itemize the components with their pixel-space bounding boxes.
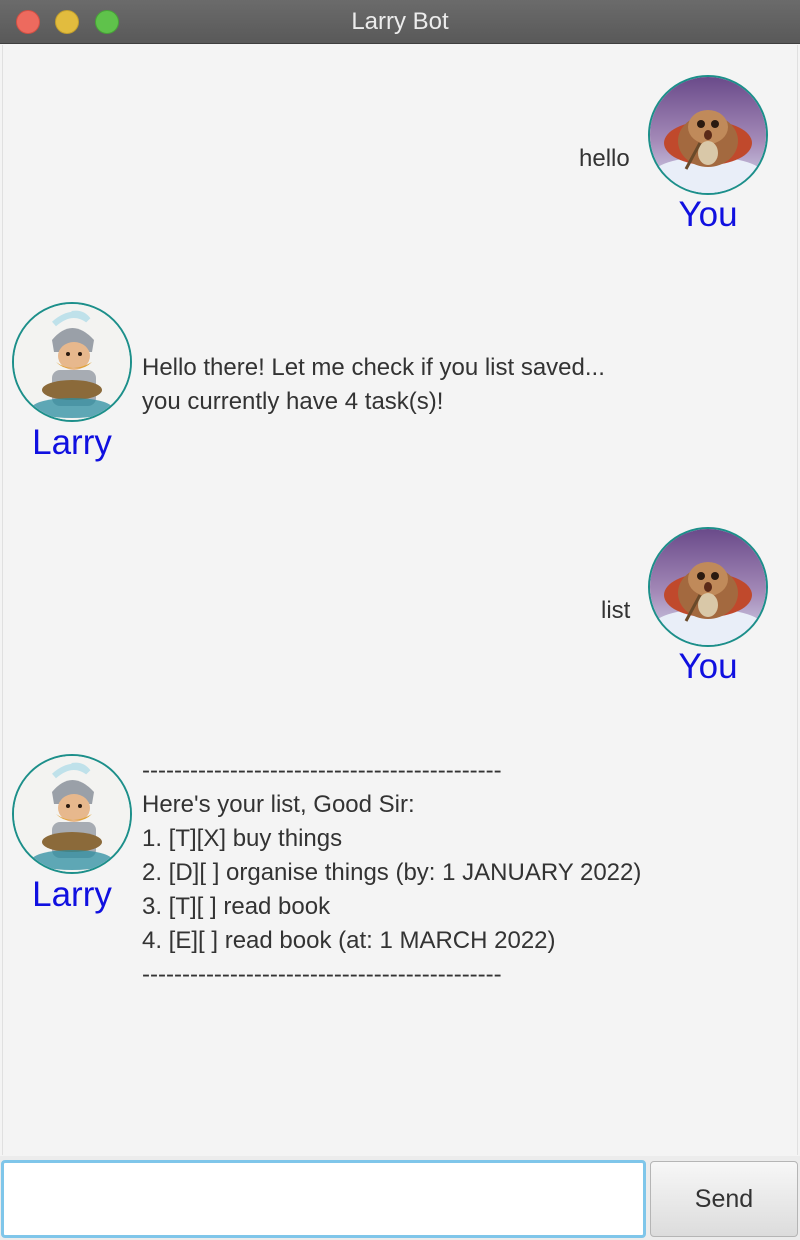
user-message-text: list bbox=[601, 597, 631, 624]
window-title: Larry Bot bbox=[351, 8, 449, 35]
speaker-name-larry: Larry bbox=[32, 875, 112, 914]
send-button[interactable]: Send bbox=[650, 1161, 798, 1237]
user-creature-avatar-icon bbox=[648, 75, 768, 195]
larry-knight-avatar-icon bbox=[12, 302, 132, 422]
app-window: Larry Bot hello You Larry Hello there! L… bbox=[0, 0, 800, 1240]
bot-message-text: ----------------------------------------… bbox=[142, 757, 642, 988]
speaker-name-you: You bbox=[678, 195, 738, 234]
title-bar: Larry Bot bbox=[0, 0, 800, 44]
message-input[interactable] bbox=[1, 1160, 646, 1238]
speaker-name-larry: Larry bbox=[32, 423, 112, 462]
input-bar: Send bbox=[0, 1156, 800, 1240]
user-creature-avatar-icon bbox=[648, 527, 768, 647]
user-message-text: hello bbox=[579, 145, 630, 172]
bot-message-text: Hello there! Let me check if you list sa… bbox=[142, 354, 605, 415]
speaker-name-you: You bbox=[678, 647, 738, 686]
larry-knight-avatar-icon bbox=[12, 754, 132, 874]
chat-scroll-pane[interactable]: hello You Larry Hello there! Let me chec… bbox=[2, 45, 798, 1155]
